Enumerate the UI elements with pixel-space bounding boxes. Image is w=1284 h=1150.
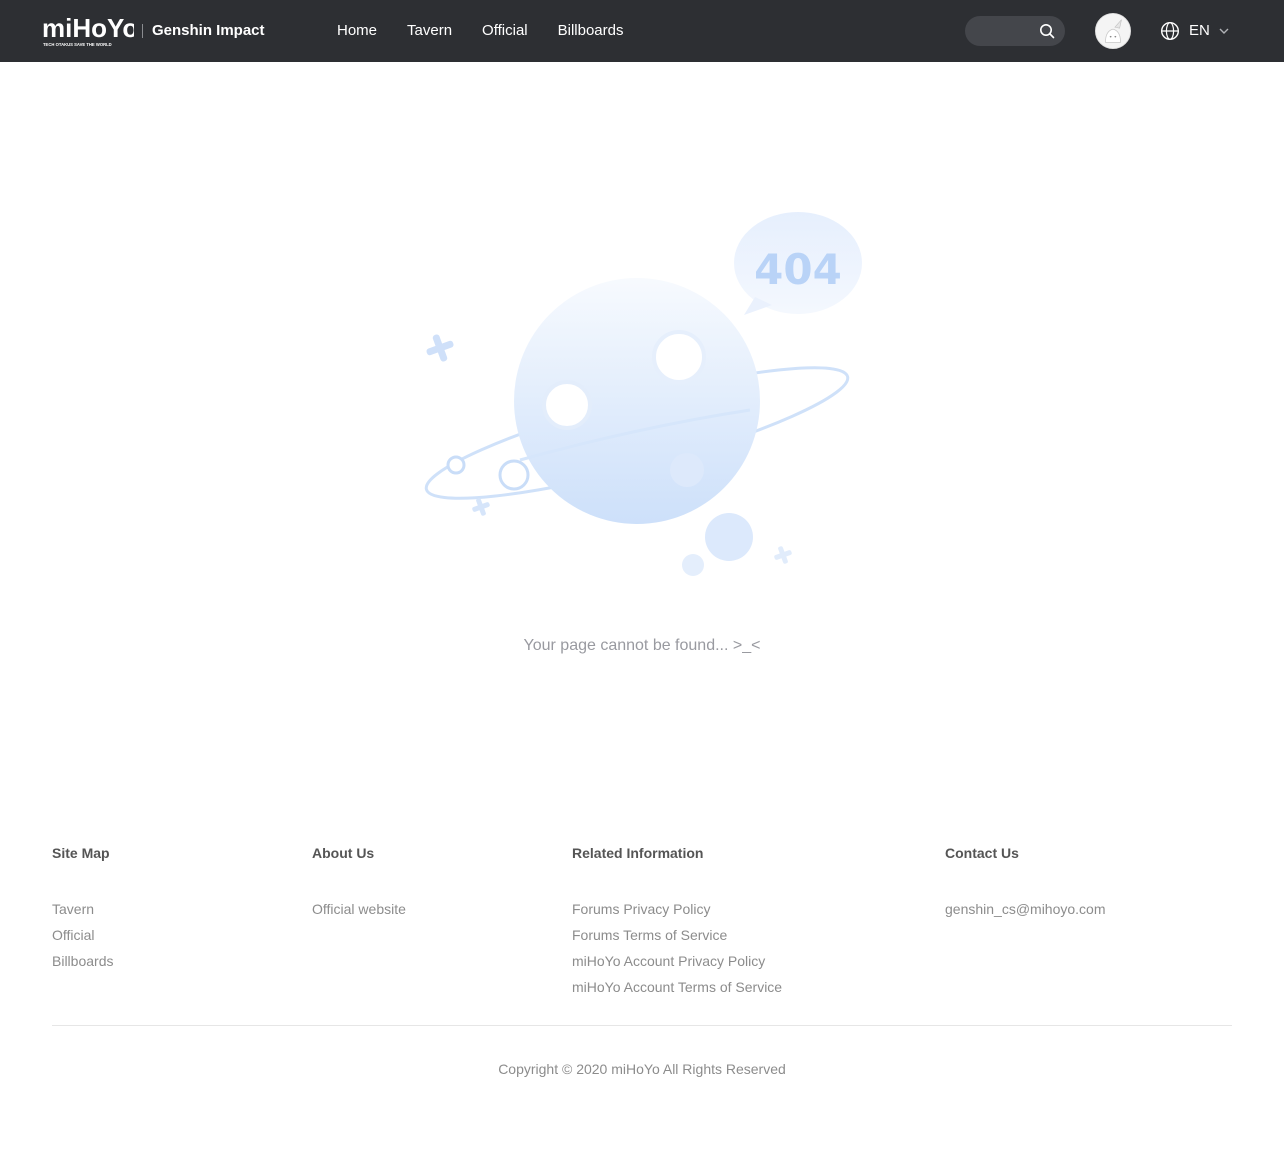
main-nav: Home Tavern Official Billboards	[337, 22, 624, 40]
footer-link-account-terms[interactable]: miHoYo Account Terms of Service	[572, 974, 782, 1000]
nav-tavern[interactable]: Tavern	[407, 22, 452, 40]
speech-bubble: 404	[734, 212, 862, 315]
footer-related-information: Related Information Forums Privacy Polic…	[572, 844, 782, 1000]
svg-text:miHoYo: miHoYo	[42, 13, 134, 43]
footer-link-forums-privacy[interactable]: Forums Privacy Policy	[572, 896, 782, 922]
avatar-image	[1096, 14, 1130, 48]
footer-contact-us: Contact Us genshin_cs@mihoyo.com	[945, 844, 1106, 922]
logo-divider	[142, 24, 143, 38]
language-label: EN	[1189, 22, 1210, 39]
user-avatar[interactable]	[1095, 13, 1131, 49]
search-input[interactable]	[977, 16, 1039, 46]
footer-divider	[52, 1025, 1232, 1026]
brand-title[interactable]: Genshin Impact	[152, 22, 265, 40]
footer-link-billboards[interactable]: Billboards	[52, 948, 113, 974]
svg-text:TECH OTAKUS SAVE THE WORLD: TECH OTAKUS SAVE THE WORLD	[43, 42, 112, 47]
search-box	[965, 16, 1065, 46]
footer-link-forums-terms[interactable]: Forums Terms of Service	[572, 922, 782, 948]
nav-home[interactable]: Home	[337, 22, 377, 40]
moon	[498, 459, 530, 491]
footer-title: About Us	[312, 845, 375, 861]
footer-link-official-website[interactable]: Official website	[312, 896, 406, 922]
language-selector[interactable]: EN	[1160, 20, 1230, 42]
sparkle-icon	[774, 546, 792, 564]
footer-link-official[interactable]: Official	[52, 922, 113, 948]
small-moon	[446, 455, 466, 475]
top-navbar: miHoYo TECH OTAKUS SAVE THE WORLD Genshi…	[0, 0, 1284, 62]
sparkle-icon	[426, 334, 454, 362]
bubble-large	[705, 513, 753, 561]
chevron-down-icon	[1219, 28, 1229, 34]
nav-billboards[interactable]: Billboards	[558, 22, 624, 40]
mihoyo-logo[interactable]: miHoYo TECH OTAKUS SAVE THE WORLD	[42, 13, 134, 49]
bubble-small	[682, 554, 704, 576]
footer-link-email[interactable]: genshin_cs@mihoyo.com	[945, 896, 1106, 922]
search-icon[interactable]	[1039, 23, 1055, 39]
globe-icon	[1160, 21, 1180, 41]
footer-title: Related Information	[572, 845, 704, 861]
footer-title: Site Map	[52, 845, 110, 861]
copyright-text: Copyright © 2020 miHoYo All Rights Reser…	[498, 1061, 786, 1077]
footer-title: Contact Us	[945, 845, 1019, 861]
error-code-404: 404	[754, 245, 842, 294]
footer-link-tavern[interactable]: Tavern	[52, 896, 113, 922]
footer-about-us: About Us Official website	[312, 844, 406, 922]
footer-site-map: Site Map Tavern Official Billboards	[52, 844, 113, 974]
nav-official[interactable]: Official	[482, 22, 528, 40]
footer-link-account-privacy[interactable]: miHoYo Account Privacy Policy	[572, 948, 782, 974]
not-found-illustration: 404	[424, 212, 862, 576]
not-found-message: Your page cannot be found... >_<	[523, 637, 761, 654]
